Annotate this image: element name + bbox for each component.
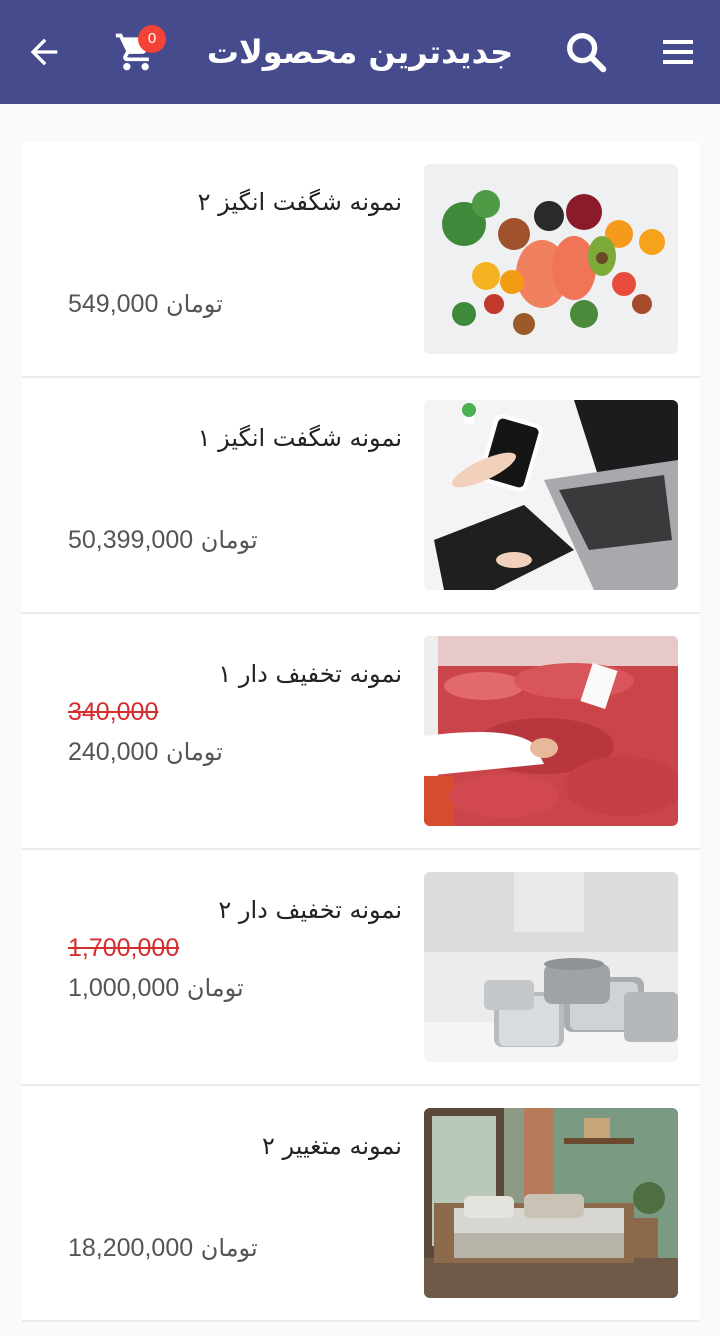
page-title: جدیدترین محصولات: [206, 33, 514, 71]
product-name[interactable]: نمونه شگفت انگیز ۲: [198, 188, 402, 216]
old-price: 340,000: [68, 698, 159, 726]
laptop-phone-image[interactable]: [424, 400, 678, 590]
product-card[interactable]: نمونه شگفت انگیز ۲ 549,000 تومان: [22, 142, 700, 378]
product-card[interactable]: نمونه تخفیف دار ۲ 1,700,000 1,000,000 تو…: [22, 850, 700, 1086]
menu-icon[interactable]: [654, 28, 702, 76]
app-bar: 0 جدیدترین محصولات: [0, 0, 720, 104]
product-name[interactable]: نمونه تخفیف دار ۱: [218, 660, 402, 688]
old-price: 1,700,000: [68, 934, 180, 962]
bedroom-image[interactable]: [424, 1108, 678, 1298]
product-card[interactable]: نمونه متغییر ۲ 18,200,000 تومان: [22, 1086, 700, 1322]
back-arrow-icon[interactable]: [20, 28, 68, 76]
healthy-food-image[interactable]: [424, 164, 678, 354]
product-price: 18,200,000 تومان: [68, 1234, 258, 1262]
search-icon[interactable]: [560, 26, 612, 78]
product-price: 549,000 تومان: [68, 290, 223, 318]
product-price: 240,000 تومان: [68, 738, 223, 766]
product-card[interactable]: نمونه تخفیف دار ۱ 340,000 240,000 تومان: [22, 614, 700, 850]
product-list: نمونه شگفت انگیز ۲ 549,000 تومان نمونه ش…: [22, 142, 700, 1322]
cart-count-badge: 0: [138, 25, 166, 53]
product-name[interactable]: نمونه شگفت انگیز ۱: [198, 424, 402, 452]
product-price: 50,399,000 تومان: [68, 526, 258, 554]
meat-counter-image[interactable]: [424, 636, 678, 826]
product-name[interactable]: نمونه تخفیف دار ۲: [218, 896, 402, 924]
product-name[interactable]: نمونه متغییر ۲: [262, 1132, 402, 1160]
product-price: 1,000,000 تومان: [68, 974, 244, 1002]
cookware-pots-image[interactable]: [424, 872, 678, 1062]
product-card[interactable]: نمونه شگفت انگیز ۱ 50,399,000 تومان: [22, 378, 700, 614]
